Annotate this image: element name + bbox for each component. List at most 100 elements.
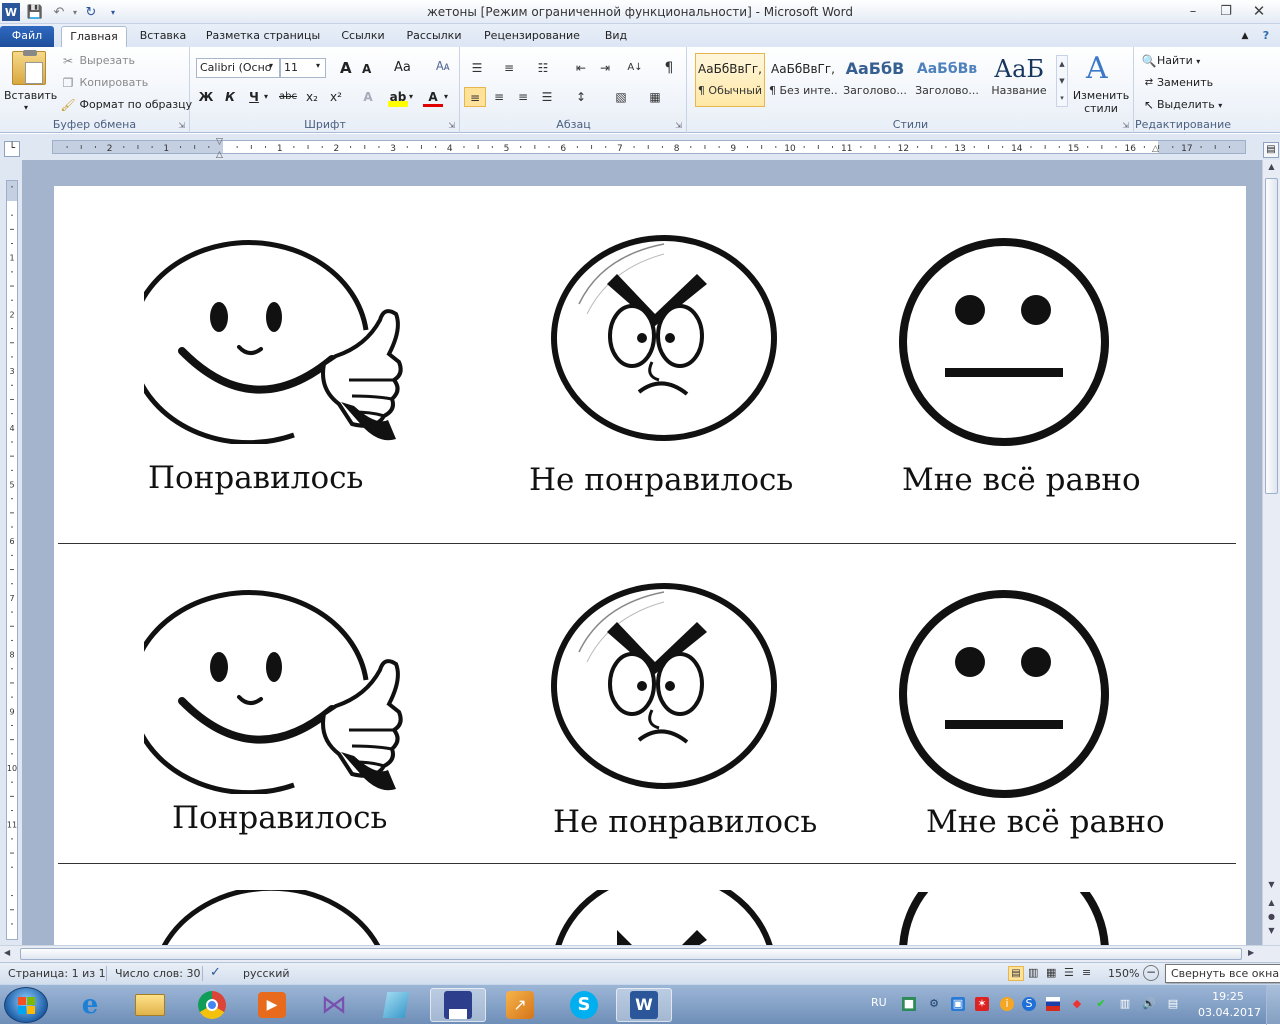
borders-icon[interactable]: ▦ xyxy=(644,87,666,107)
collapse-ribbon-icon[interactable]: ▲ xyxy=(1236,26,1254,47)
justify-icon[interactable]: ☰ xyxy=(536,87,558,107)
horizontal-scrollbar[interactable]: ◀ ▶ xyxy=(0,945,1280,962)
right-indent-icon[interactable]: △ xyxy=(1152,144,1159,154)
bullets-icon[interactable]: ☰ xyxy=(466,58,488,78)
change-styles-icon[interactable]: A xyxy=(1086,51,1108,86)
tab-page-layout[interactable]: Разметка страницы xyxy=(203,26,323,47)
view-ruler-icon[interactable]: ▤ xyxy=(1263,142,1279,158)
neutral-face-icon[interactable] xyxy=(894,234,1114,448)
neutral-face-icon[interactable] xyxy=(894,586,1114,800)
scroll-right-icon[interactable]: ▶ xyxy=(1248,948,1254,957)
scroll-left-icon[interactable]: ◀ xyxy=(4,948,10,957)
tray-network-icon[interactable]: ▤ xyxy=(1166,997,1180,1011)
paste-icon[interactable] xyxy=(12,50,46,85)
document-page[interactable]: Понравилось Не понравилось Мне всё равно xyxy=(54,186,1246,945)
dislike-face-icon[interactable] xyxy=(547,234,781,444)
font-name-combo[interactable]: Calibri (Осно xyxy=(196,58,280,78)
highlight-dropdown-icon[interactable]: ▾ xyxy=(409,92,413,101)
tray-antivirus-icon[interactable]: ◆ xyxy=(1070,997,1084,1011)
align-left-icon[interactable]: ≡ xyxy=(464,87,486,107)
highlight-icon[interactable]: ab xyxy=(388,87,408,107)
page-count[interactable]: Страница: 1 из 1 xyxy=(8,967,106,980)
font-name-dropdown-icon[interactable]: ▾ xyxy=(269,61,273,70)
show-marks-icon[interactable]: ¶ xyxy=(658,58,680,78)
line-spacing-icon[interactable]: ↕ xyxy=(570,87,592,107)
first-line-indent-icon[interactable]: ▽ xyxy=(216,137,223,147)
style-heading1[interactable]: АаБбВ Заголово... xyxy=(840,53,910,107)
tray-info-icon[interactable]: i xyxy=(1000,997,1014,1011)
previous-page-icon[interactable]: ▲ xyxy=(1265,898,1278,912)
tray-russian-flag-icon[interactable] xyxy=(1046,997,1060,1011)
dislike-face-icon[interactable] xyxy=(547,890,781,945)
scroll-up-icon[interactable]: ▲ xyxy=(1265,162,1278,176)
visual-studio-icon[interactable]: ⋈ xyxy=(306,988,362,1022)
media-player-icon[interactable]: ▶ xyxy=(244,988,300,1022)
keyboard-language[interactable]: RU xyxy=(871,996,887,1009)
tray-monitor-icon[interactable]: ▣ xyxy=(951,997,965,1011)
multilevel-list-icon[interactable]: ☷ xyxy=(532,58,554,78)
underline-button[interactable]: Ч xyxy=(244,87,264,107)
zoom-level[interactable]: 150% xyxy=(1108,967,1139,980)
tray-security-icon[interactable]: ✔ xyxy=(1094,997,1108,1011)
tab-home[interactable]: Главная xyxy=(61,26,127,47)
tray-skype-icon[interactable]: S xyxy=(1022,997,1036,1011)
tray-acrobat-icon[interactable]: ✶ xyxy=(975,997,989,1011)
align-right-icon[interactable]: ≡ xyxy=(512,87,534,107)
font-size-dropdown-icon[interactable]: ▾ xyxy=(316,61,320,70)
tray-volume-icon[interactable]: 🔊 xyxy=(1142,997,1156,1011)
sort-icon[interactable]: A↓ xyxy=(624,58,646,78)
tab-selector-icon[interactable]: └ xyxy=(4,141,20,157)
change-case-icon[interactable]: Aa xyxy=(394,60,411,75)
tray-display-icon[interactable]: ▥ xyxy=(1118,997,1132,1011)
styles-launcher-icon[interactable]: ⇲ xyxy=(1122,121,1129,130)
print-layout-icon[interactable]: ▤ xyxy=(1008,966,1024,981)
style-no-spacing[interactable]: АаБбВвГг, ¶ Без инте... xyxy=(768,53,838,107)
maximize-button[interactable]: ❐ xyxy=(1211,0,1241,22)
paste-dropdown-icon[interactable]: ▾ xyxy=(24,103,28,112)
format-painter-button[interactable]: 🖌 Формат по образцу xyxy=(60,97,192,113)
minimize-button[interactable]: – xyxy=(1178,0,1208,22)
close-button[interactable]: ✕ xyxy=(1244,0,1274,22)
reading-layout-icon[interactable]: ▥ xyxy=(1028,966,1038,979)
draft-icon[interactable]: ≡ xyxy=(1082,966,1091,979)
like-smiley-icon[interactable] xyxy=(144,234,404,444)
save-app-icon[interactable] xyxy=(430,988,486,1022)
paragraph-launcher-icon[interactable]: ⇲ xyxy=(675,121,682,130)
shading-icon[interactable]: ▧ xyxy=(610,87,632,107)
replace-button[interactable]: ⇄ Заменить xyxy=(1141,75,1213,91)
outline-icon[interactable]: ☰ xyxy=(1064,966,1074,979)
web-layout-icon[interactable]: ▦ xyxy=(1046,966,1056,979)
scroll-down-icon[interactable]: ▼ xyxy=(1265,880,1278,894)
select-button[interactable]: ↖ Выделить ▾ xyxy=(1141,97,1222,113)
internet-explorer-icon[interactable]: e xyxy=(62,988,118,1022)
style-heading2[interactable]: АаБбВв Заголово... xyxy=(912,53,982,107)
underline-dropdown-icon[interactable]: ▾ xyxy=(264,92,268,101)
show-desktop-button[interactable] xyxy=(1266,985,1280,1025)
tab-file[interactable]: Файл xyxy=(0,26,54,47)
language[interactable]: русский xyxy=(243,967,290,980)
zoom-out-icon[interactable]: − xyxy=(1143,965,1159,981)
notes-app-icon[interactable] xyxy=(368,988,424,1022)
tab-insert[interactable]: Вставка xyxy=(133,26,193,47)
word-count[interactable]: Число слов: 30 xyxy=(115,967,201,980)
font-color-dropdown-icon[interactable]: ▾ xyxy=(444,92,448,101)
find-button[interactable]: 🔍Найти ▾ xyxy=(1141,53,1201,69)
neutral-face-icon[interactable] xyxy=(894,892,1114,945)
change-styles-button[interactable]: Изменить стили xyxy=(1072,89,1130,115)
subscript-button[interactable]: x₂ xyxy=(302,87,322,107)
font-launcher-icon[interactable]: ⇲ xyxy=(448,121,455,130)
copy-button[interactable]: ❐ Копировать xyxy=(60,75,149,91)
paste-button[interactable]: Вставить xyxy=(4,89,57,102)
document-area[interactable]: Понравилось Не понравилось Мне всё равно xyxy=(22,160,1262,945)
decrease-indent-icon[interactable]: ⇤ xyxy=(570,58,592,78)
browse-object-icon[interactable]: ● xyxy=(1265,912,1278,926)
styles-scroll-icon[interactable]: ▲ ▼ ▾ xyxy=(1056,55,1068,107)
numbering-icon[interactable]: ≡ xyxy=(498,58,520,78)
skype-icon[interactable]: S xyxy=(556,988,612,1022)
grow-font-icon[interactable]: A xyxy=(340,59,352,77)
clock-date[interactable]: 03.04.2017 xyxy=(1198,1006,1261,1019)
chart-app-icon[interactable]: ↗ xyxy=(492,988,548,1022)
explorer-icon[interactable] xyxy=(122,988,178,1022)
like-smiley-icon[interactable] xyxy=(144,584,404,794)
strikethrough-button[interactable]: abc xyxy=(278,87,298,107)
